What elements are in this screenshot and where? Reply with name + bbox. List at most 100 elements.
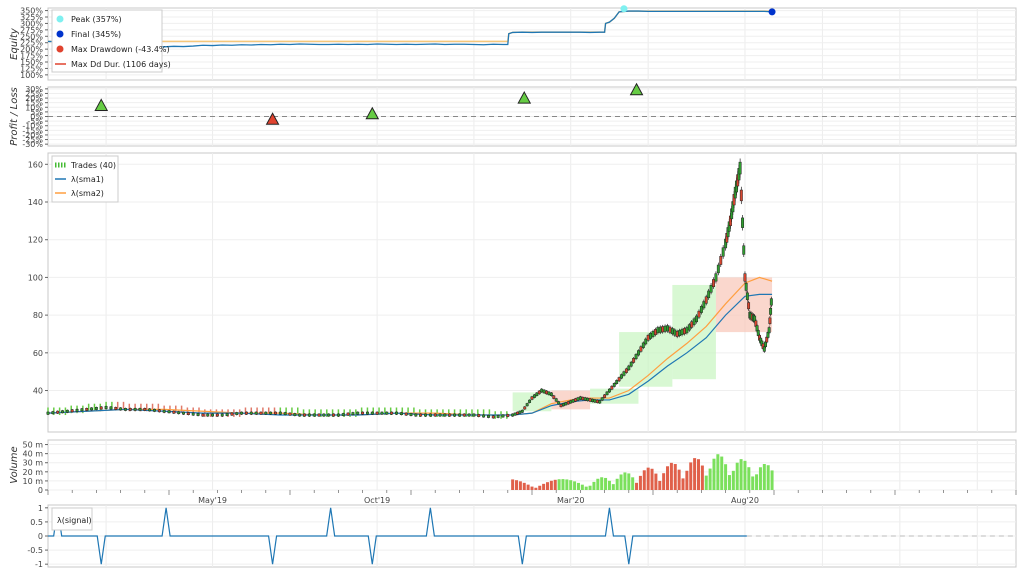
price-candle-body (61, 410, 64, 414)
volume-bar (611, 484, 615, 490)
price-candle-body (191, 412, 195, 416)
volume-bar (689, 462, 693, 490)
equity-legend-label: Max Dd Dur. (1106 days) (71, 60, 171, 69)
price-candle-body (598, 400, 602, 404)
price-candle-body (399, 412, 403, 416)
price-candle-body (128, 407, 132, 411)
price-candle-body (143, 407, 147, 411)
volume-ytick-label: 40 m (22, 450, 43, 459)
price-candle-body (719, 256, 723, 265)
price-candle-body (254, 411, 258, 415)
price-candle-body (341, 413, 345, 416)
volume-bar (615, 478, 619, 490)
volume-bar (755, 474, 759, 490)
volume-bar (596, 478, 600, 490)
price-candle-body (658, 326, 662, 333)
price-candle-body (346, 412, 350, 416)
volume-bar (677, 469, 681, 490)
volume-bar (549, 480, 553, 490)
price-candle-body (641, 342, 645, 348)
price-candle-body (264, 411, 268, 415)
volume-bar (666, 466, 670, 490)
price-candle-body (559, 404, 563, 408)
xaxis-date-label: May'19 (198, 496, 227, 505)
price-candle-body (762, 346, 766, 352)
price-candle-body (65, 409, 69, 413)
price-candle-body (673, 329, 677, 336)
price-candle-body (697, 310, 701, 318)
price-candle-body (600, 397, 604, 401)
volume-bar (739, 459, 743, 490)
price-ytick-label: 100 (28, 273, 43, 282)
price-candle-body (607, 388, 611, 393)
equity-legend-label: Peak (357%) (71, 15, 122, 24)
signal-ytick-label: -1 (35, 560, 43, 569)
price-candle-body (520, 409, 524, 413)
equity-legend-swatch (56, 15, 64, 23)
equity-final-point (768, 8, 776, 16)
volume-bar (580, 484, 584, 490)
price-candle-body (380, 411, 384, 415)
price-candle-body (738, 161, 742, 175)
price-candle-body (745, 292, 749, 300)
price-candle-body (742, 245, 746, 255)
price-candle-body (317, 413, 321, 417)
price-candle-body (523, 406, 527, 410)
price-candle-body (542, 389, 546, 394)
price-candle-body (612, 383, 616, 387)
volume-bar (758, 467, 762, 490)
volume-bar (542, 483, 546, 490)
price-candle-body (610, 385, 614, 390)
backtest-chart: 100%125%150%175%200%225%250%275%300%325%… (9, 5, 1017, 569)
price-candle-body (744, 283, 748, 291)
price-candle-body (562, 403, 565, 407)
volume-bar (522, 482, 526, 490)
price-candle-body (486, 415, 490, 418)
price-candle-body (634, 354, 638, 360)
price-ytick-label: 60 (33, 349, 43, 358)
price-candle-body (511, 413, 515, 417)
volume-bar (635, 482, 639, 490)
price-candle-body (409, 413, 413, 416)
price-ytick-label: 140 (28, 198, 43, 207)
price-candle-body (467, 413, 471, 417)
price-candle-body (624, 368, 628, 373)
price-candle-body (649, 333, 653, 339)
price-candle-body (513, 412, 517, 416)
price-candle-body (356, 411, 360, 415)
price-candle-body (765, 336, 769, 343)
price-candle-body (581, 396, 585, 401)
price-candle-body (390, 411, 394, 415)
price-candle-body (385, 411, 389, 415)
volume-bar (735, 462, 739, 490)
equity-legend-label: Max Drawdown (-43.4%) (71, 45, 170, 54)
volume-bar (708, 468, 712, 490)
price-candle-body (540, 388, 544, 393)
price-candle-body (571, 399, 575, 403)
price-candle-body (157, 409, 161, 413)
price-candle-body (220, 413, 224, 417)
price-candle-body (215, 413, 219, 417)
equity-peak-point (620, 5, 628, 13)
price-candle-body (661, 326, 665, 333)
price-candle-body (230, 412, 234, 416)
price-candle-body (90, 407, 94, 411)
price-candle-body (70, 409, 74, 413)
price-candle-body (414, 413, 418, 417)
price-candle-body (162, 409, 166, 413)
volume-bar (770, 470, 774, 490)
price-candle-body (419, 413, 423, 417)
volume-bar (658, 480, 662, 490)
price-candle-body (569, 400, 573, 404)
price-candle-body (554, 398, 558, 402)
price-candle-body (182, 411, 185, 415)
price-candle-body (235, 412, 239, 416)
volume-bar (662, 473, 666, 490)
price-candle-body (622, 371, 626, 376)
volume-bar (530, 486, 534, 490)
price-candle-body (75, 408, 79, 412)
volume-bar (538, 485, 542, 490)
signal-ytick-label: 1 (38, 504, 43, 513)
price-candle-body (448, 413, 452, 417)
price-candle-body (472, 413, 476, 417)
